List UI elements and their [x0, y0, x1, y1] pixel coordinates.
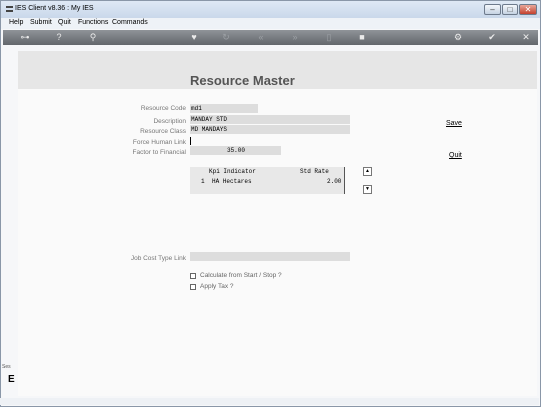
stop-icon[interactable]: ■ [355, 31, 369, 44]
resource-code-label: Resource Code [140, 105, 186, 112]
sidebar-label: Ses [2, 364, 11, 370]
std-rate-header: Std Rate [300, 168, 329, 175]
heart-icon[interactable]: ♥ [187, 31, 201, 44]
check-icon[interactable]: ✔ [485, 31, 499, 44]
app-icon [6, 6, 13, 12]
settings-icon[interactable]: ⚙ [451, 31, 465, 44]
close-button[interactable]: ✕ [519, 4, 537, 15]
description-field[interactable]: MANDAY STD [190, 115, 350, 124]
apply-tax-checkbox[interactable] [190, 284, 196, 290]
close-icon[interactable]: ✕ [519, 31, 533, 44]
toolbar: ⊶ ? ⚲ ♥ ↻ « » ▯ ■ ⚙ ✔ ✕ [3, 30, 538, 45]
job-cost-type-link-field[interactable] [190, 252, 350, 261]
rewind-icon[interactable]: « [254, 31, 268, 44]
help-icon[interactable]: ? [52, 31, 66, 44]
key-icon[interactable]: ⊶ [15, 31, 35, 44]
save-link[interactable]: Save [446, 120, 462, 127]
grid-scrollbar[interactable]: ▲ ▼ [363, 167, 372, 194]
grid-row-index: 1 [201, 178, 205, 185]
factor-to-financial-label: Factor to Financial [132, 149, 186, 156]
force-human-link-field[interactable] [190, 137, 191, 145]
page-title: Resource Master [190, 73, 295, 88]
resource-class-field[interactable]: MD MANDAYS [190, 125, 350, 134]
maximize-button[interactable]: □ [502, 4, 518, 15]
menu-help[interactable]: Help [9, 19, 23, 26]
kpi-indicator-header: Kpi Indicator [209, 168, 256, 175]
factor-to-financial-field[interactable]: 35.00 [190, 146, 281, 155]
calculate-checkbox[interactable] [190, 273, 196, 279]
grid-cell-rate[interactable]: 2.00 [327, 178, 341, 185]
refresh-icon[interactable]: ↻ [219, 31, 233, 44]
minimize-button[interactable]: – [484, 4, 501, 15]
resource-code-field[interactable]: md1 [190, 104, 258, 113]
window-title: IES Client v8.36 : My IES [15, 5, 94, 12]
description-label: Description [153, 118, 186, 125]
quit-link[interactable]: Quit [449, 152, 462, 159]
search-icon[interactable]: ⚲ [86, 31, 100, 44]
menu-bar: Help Submit Quit Functions Commands [1, 18, 540, 29]
fast-forward-icon[interactable]: » [288, 31, 302, 44]
scroll-down-icon[interactable]: ▼ [363, 185, 372, 194]
sidebar-glyph: E [8, 374, 15, 385]
form-panel [18, 51, 537, 396]
job-cost-type-link-label: Job Cost Type Link [130, 255, 186, 262]
apply-tax-checkbox-label: Apply Tax ? [200, 283, 234, 290]
status-bar [0, 398, 539, 405]
menu-commands[interactable]: Commands [112, 19, 148, 26]
kpi-grid[interactable]: Kpi Indicator Std Rate 1 HA Hectares 2.0… [190, 167, 345, 194]
menu-quit[interactable]: Quit [58, 19, 71, 26]
resource-class-label: Resource Class [140, 128, 186, 135]
scroll-up-icon[interactable]: ▲ [363, 167, 372, 176]
menu-submit[interactable]: Submit [30, 19, 52, 26]
force-human-link-label: Force Human Link [132, 139, 186, 146]
grid-cell-kpi[interactable]: HA Hectares [212, 178, 252, 185]
title-bar: IES Client v8.36 : My IES – □ ✕ [1, 1, 540, 18]
document-icon[interactable]: ▯ [322, 31, 336, 44]
menu-functions[interactable]: Functions [78, 19, 108, 26]
calculate-checkbox-label: Calculate from Start / Stop ? [200, 272, 282, 279]
